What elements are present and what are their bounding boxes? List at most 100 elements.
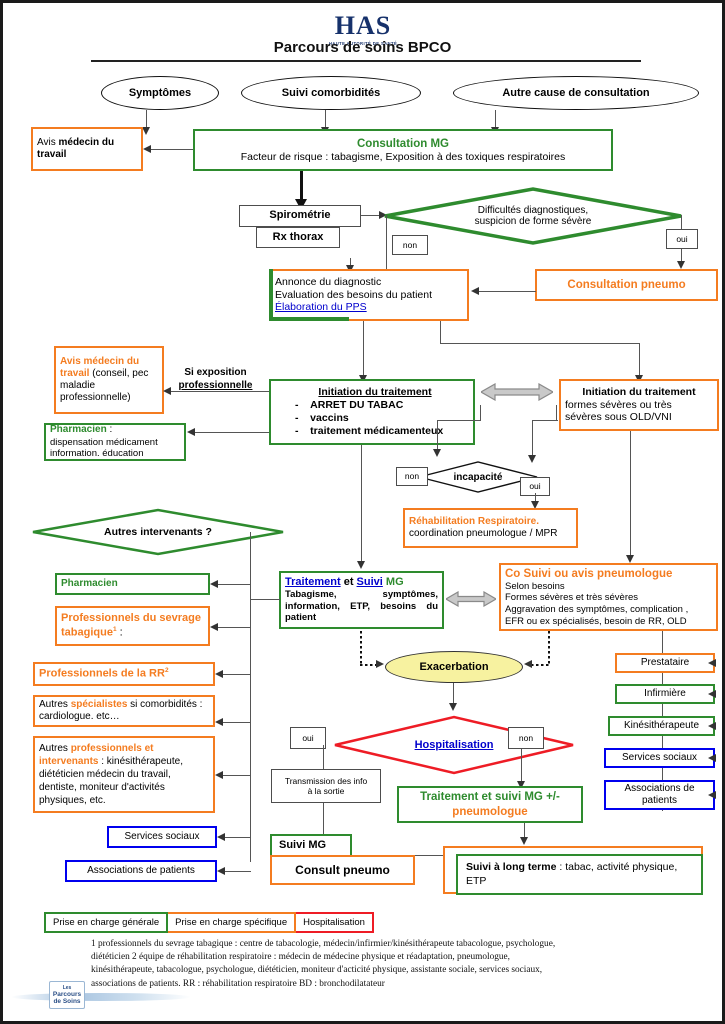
node-services-sociaux-left: Services sociaux [107,826,217,848]
connector-spiro-to-diamond [361,215,381,217]
associations-label: Associations de patients [87,864,195,876]
arrow-left [217,867,225,875]
decision-label: Autres intervenants ? [31,508,285,556]
services-sociaux-label: Services sociaux [124,830,200,842]
si-exposition-line1: Si exposition [184,367,247,378]
rehab-line2: coordination pneumologue / MPR [409,528,558,539]
services-sociaux-label: Services sociaux [621,751,698,763]
traitement-tail: MG [382,575,404,588]
node-rehabilitation-respiratoire: Réhabilitation Respiratoire. coordinatio… [403,508,578,548]
footer-logo-line2: Parcours [52,991,82,998]
traitement-pneumo-line1: Traitement et suivi MG +/- [420,791,560,804]
connector-mg-to-avis [148,149,193,151]
footer-swoosh [11,993,191,1001]
spine-left-intervenants [250,532,252,862]
link-suivi[interactable]: Suivi [357,576,383,588]
footnotes: 1 professionnels du sevrage tabagique : … [91,938,711,991]
branch-text: non [402,239,418,250]
avis-text: Avis médecin du travail [37,137,137,161]
dotted-connector-right-h [531,664,549,666]
node-professionnels-rr: Professionnels de la RR2 [33,662,215,686]
link-elaboration-pps[interactable]: Élaboration du PPS [275,301,463,314]
co-suivi-line: Selon besoins [505,580,565,592]
incapacite-label: incapacité [453,471,503,483]
node-rx-thorax: Rx thorax [256,227,340,248]
node-traitement-suivi-pneumologue: Traitement et suivi MG +/- pneumologue [397,786,583,823]
arrow-left [471,287,479,295]
arrow-left [163,387,171,395]
connector-init-to-avis2 [169,391,269,393]
node-co-suivi-pneumologue: Co Suivi ou avis pneumologue Selon besoi… [499,563,718,631]
arrow-left [143,145,151,153]
sevrage-suffix: : [116,626,123,639]
node-annonce-diagnostic: Annonce du diagnostic Evaluation des bes… [269,269,469,321]
avis-prefix: Avis [37,136,56,148]
flowchart-page: HAS HAUTE AUTORITÉ DE SANTÉ Parcours de … [0,0,725,1024]
node-pharmacien: Pharmacien [55,573,210,595]
parcours-de-soins-logo: Les Parcours de Soins [49,981,85,1009]
branch-label-oui-3: oui [290,727,326,749]
rr-label: Professionnels de la RR [39,667,165,680]
consultation-mg-body: Facteur de risque : tabagisme, Expositio… [240,150,566,163]
consultation-mg-title: Consultation MG [357,137,449,150]
connector-annonce-down [363,321,365,379]
consult-pneumo-label: Consult pneumo [295,862,390,877]
node-associations-left: Associations de patients [65,860,217,882]
entry-node-comorbidites: Suivi comorbidités [241,76,421,110]
node-initiation-traitement: Initiation du traitement - ARRET DU TABA… [269,379,475,445]
spec-p1: Autres [39,698,71,710]
dotted-connector-right [548,631,550,665]
node-pharmacien-dispensation: Pharmacien : dispensation médicament inf… [44,423,186,461]
arrow-left [215,718,223,726]
arrow-left [708,754,716,762]
suivi-mg-label: Suivi MG [279,839,327,852]
initiation-severe-line2: formes sévères ou très [565,398,672,411]
initiation-item: traitement médicamenteux [310,424,444,437]
arrow-left [187,428,195,436]
connector-to-incapacite-left [437,420,439,452]
footnote-line: kinésithérapeute, tabacologue, psycholog… [91,965,543,976]
branch-label-oui-1: oui [666,229,698,249]
bidirectional-arrow-cosuivi [444,590,498,612]
connector-pneumo-to-annonce [478,291,536,293]
node-kinesitherapeute: Kinésithérapeute [608,716,715,736]
connector-severe-to-cosuivi [630,431,632,559]
pharmacien-colon: : [106,424,113,436]
node-associations-right: Associations de patients [604,780,715,810]
node-exacerbation: Exacerbation [385,651,523,683]
arrow-down [433,449,441,457]
connector-init-h-right [532,420,558,422]
pharmacien-line3: information. éducation [50,448,144,460]
transmission-line2: à la sortie [307,786,345,796]
arrow-down [357,561,365,569]
branch-label-non-1: non [392,235,428,255]
rx-thorax-label: Rx thorax [272,230,324,243]
node-traitement-suivi-mg: Traitement et Suivi MG Tabagisme, symptô… [279,571,444,629]
arrow-left [210,580,218,588]
pharmacien-label: Pharmacien [61,577,118,589]
node-services-sociaux-right: Services sociaux [604,748,715,768]
logo-pill: Les Parcours de Soins [49,981,85,1009]
connector-to-incapacite-right [532,420,534,458]
arrow-left [708,722,716,730]
traitement-mid: et [340,575,357,588]
legend-item-specifique: Prise en charge spécifique [168,912,297,933]
branch-text: oui [302,732,314,743]
annonce-line1: Annonce du diagnostic [275,275,382,288]
page-title: Parcours de soins BPCO [273,39,452,56]
arrow-down [520,837,528,845]
arrow-right [376,660,384,668]
link-hospitalisation[interactable]: Hospitalisation [415,739,494,751]
autres-intervenants-label: Autres intervenants ? [104,526,212,538]
link-traitement[interactable]: Traitement [285,576,341,588]
connector-rr [221,674,251,676]
arrow-left [215,670,223,678]
node-spirometrie: Spirométrie [239,205,361,227]
node-professionnels-sevrage: Professionnels du sevrage tabagique1 : [55,606,210,646]
connector-init-to-pharmacien [193,432,269,434]
has-logo-text: HAS [334,11,392,40]
kinesitherapeute-label: Kinésithérapeute [623,719,700,731]
arrow-left [708,690,716,698]
node-consultation-pneumo: Consultation pneumo [535,269,718,301]
connector-sevrage [216,627,251,629]
